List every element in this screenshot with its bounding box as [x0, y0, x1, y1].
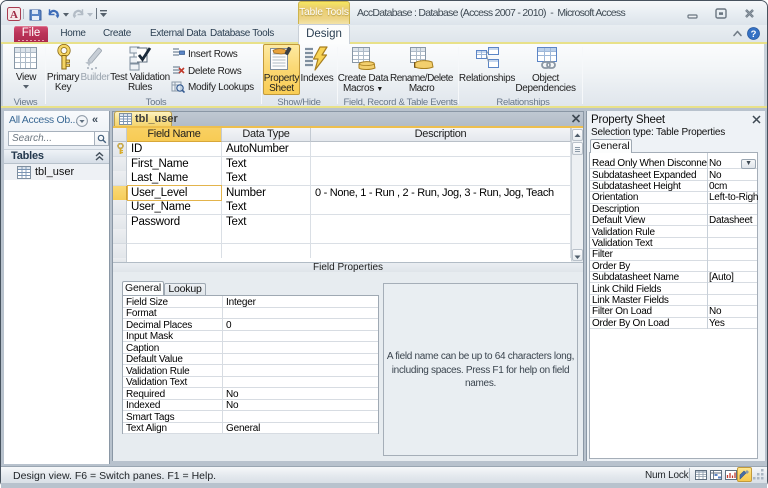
svg-text:A: A	[10, 9, 18, 21]
svg-text:?: ?	[751, 29, 757, 40]
